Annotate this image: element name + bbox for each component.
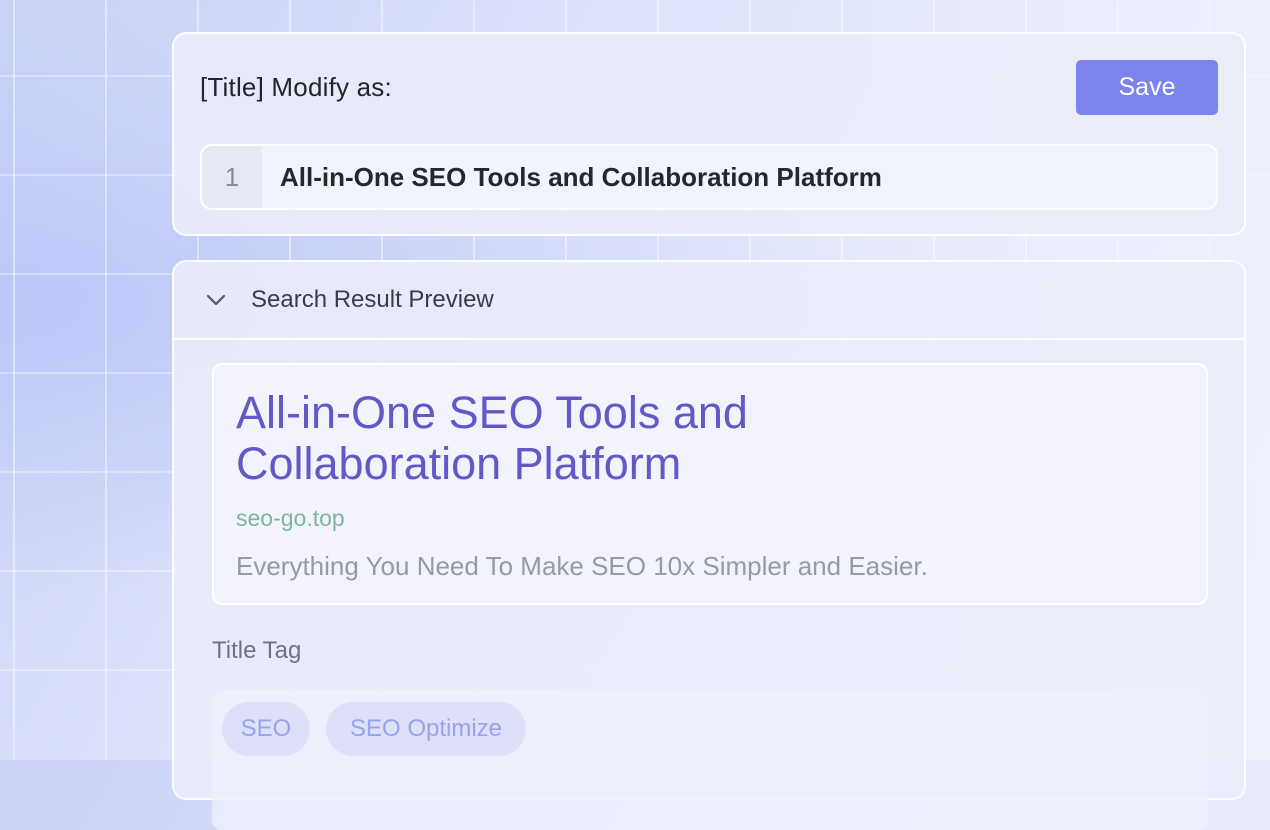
serp-url: seo-go.top [236, 505, 345, 531]
title-edit-card: [Title] Modify as: Save 1 All-in-One SEO… [172, 32, 1246, 236]
title-tag-label: Title Tag [212, 637, 302, 664]
save-button[interactable]: Save [1076, 60, 1218, 115]
search-preview-toggle[interactable]: Search Result Preview [174, 262, 1244, 340]
search-preview-heading: Search Result Preview [251, 286, 494, 313]
chevron-down-icon[interactable] [204, 288, 228, 312]
edit-heading: [Title] Modify as: [200, 72, 392, 102]
title-editor-field[interactable]: 1 All-in-One SEO Tools and Collaboration… [200, 144, 1218, 210]
search-preview-card: Search Result Preview All-in-One SEO Too… [172, 260, 1246, 830]
line-number: 1 [202, 146, 262, 208]
tag-chip[interactable]: SEO Optimize [326, 702, 526, 756]
serp-title-link[interactable]: All-in-One SEO Tools and Collaboration P… [236, 387, 836, 489]
title-tag-list: SEO SEO Optimize [212, 690, 1208, 830]
serp-description: Everything You Need To Make SEO 10x Simp… [236, 551, 928, 581]
tag-chip[interactable]: SEO [222, 702, 310, 756]
title-editor-value[interactable]: All-in-One SEO Tools and Collaboration P… [280, 146, 882, 208]
serp-snippet: All-in-One SEO Tools and Collaboration P… [212, 363, 1208, 605]
